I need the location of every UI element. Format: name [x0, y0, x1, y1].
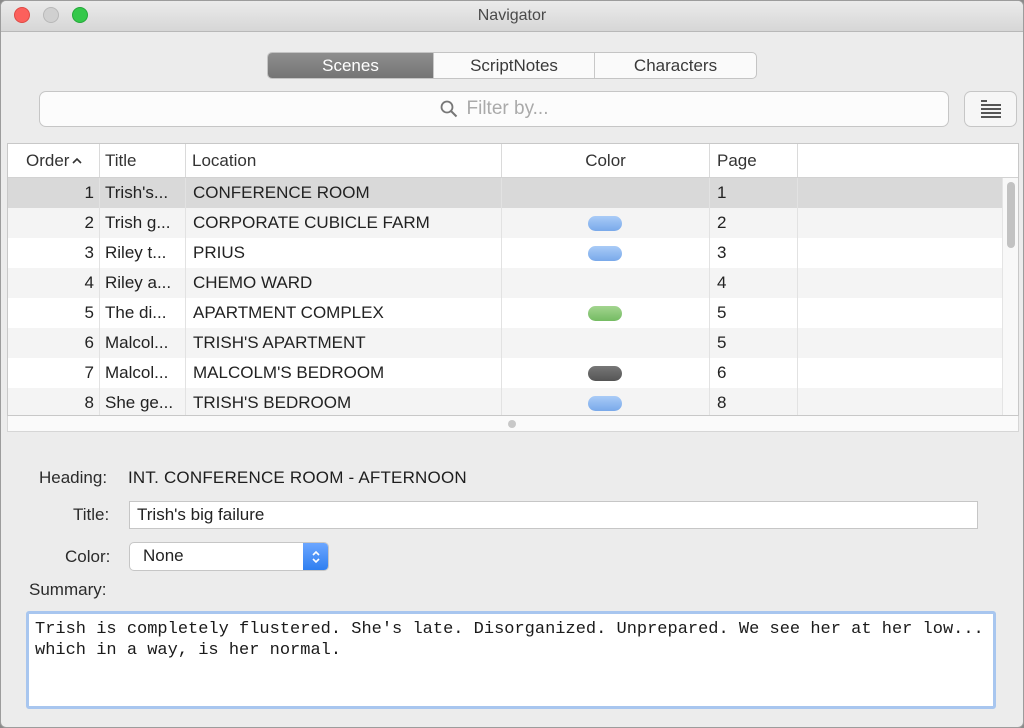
cell-empty — [798, 388, 1002, 415]
cell-color — [502, 178, 710, 208]
navigator-window: Navigator Scenes ScriptNotes Characters … — [0, 0, 1024, 728]
cell-page: 4 — [710, 268, 798, 298]
table-row[interactable]: 7 Malcol... MALCOLM'S BEDROOM 6 — [8, 358, 1002, 388]
cell-page: 3 — [710, 238, 798, 268]
cell-location: TRISH'S BEDROOM — [186, 388, 502, 415]
split-view-divider[interactable] — [7, 416, 1019, 432]
list-icon — [980, 100, 1001, 118]
cell-title: Trish's... — [100, 178, 186, 208]
summary-textarea[interactable]: Trish is completely flustered. She's lat… — [26, 611, 996, 709]
cell-title: Riley t... — [100, 238, 186, 268]
cell-empty — [798, 328, 1002, 358]
title-bar[interactable]: Navigator — [1, 1, 1023, 32]
cell-title: Malcol... — [100, 328, 186, 358]
table-row[interactable]: 8 She ge... TRISH'S BEDROOM 8 — [8, 388, 1002, 415]
cell-location: CONFERENCE ROOM — [186, 178, 502, 208]
cell-empty — [798, 358, 1002, 388]
cell-order: 8 — [8, 388, 100, 415]
table-row[interactable]: 4 Riley a... CHEMO WARD 4 — [8, 268, 1002, 298]
table-header: Order Title Location Color Page — [8, 144, 1018, 178]
cell-color — [502, 388, 710, 415]
cell-color — [502, 358, 710, 388]
cell-order: 7 — [8, 358, 100, 388]
scenes-table: Order Title Location Color Page 1 Trish'… — [7, 143, 1019, 416]
cell-location: CHEMO WARD — [186, 268, 502, 298]
table-row[interactable]: 2 Trish g... CORPORATE CUBICLE FARM 2 — [8, 208, 1002, 238]
table-row[interactable]: 6 Malcol... TRISH'S APARTMENT 5 — [8, 328, 1002, 358]
updown-chevron-icon — [303, 543, 328, 570]
cell-empty — [798, 178, 1002, 208]
column-header-location[interactable]: Location — [186, 144, 502, 177]
cell-empty — [798, 268, 1002, 298]
vertical-scrollbar[interactable] — [1002, 178, 1018, 415]
cell-page: 8 — [710, 388, 798, 415]
cell-title: She ge... — [100, 388, 186, 415]
tab-scriptnotes[interactable]: ScriptNotes — [434, 53, 595, 78]
column-header-color[interactable]: Color — [502, 144, 710, 177]
heading-value: INT. CONFERENCE ROOM - AFTERNOON — [128, 468, 467, 487]
sort-ascending-icon — [72, 157, 83, 164]
cell-location: CORPORATE CUBICLE FARM — [186, 208, 502, 238]
cell-order: 1 — [8, 178, 100, 208]
outline-button[interactable] — [964, 91, 1017, 127]
cell-color — [502, 328, 710, 358]
cell-page: 5 — [710, 328, 798, 358]
tab-scenes[interactable]: Scenes — [268, 53, 434, 78]
cell-title: The di... — [100, 298, 186, 328]
cell-location: PRIUS — [186, 238, 502, 268]
vertical-scroll-thumb[interactable] — [1007, 182, 1015, 248]
cell-color — [502, 268, 710, 298]
cell-empty — [798, 208, 1002, 238]
table-row[interactable]: 5 The di... APARTMENT COMPLEX 5 — [8, 298, 1002, 328]
color-select-value: None — [143, 546, 184, 565]
cell-color — [502, 238, 710, 268]
cell-order: 4 — [8, 268, 100, 298]
color-select[interactable]: None — [129, 542, 329, 571]
divider-handle[interactable] — [508, 420, 516, 428]
cell-color — [502, 208, 710, 238]
cell-page: 2 — [710, 208, 798, 238]
summary-label: Summary: — [29, 580, 107, 599]
cell-title: Trish g... — [100, 208, 186, 238]
heading-label: Heading: — [39, 468, 108, 487]
cell-color — [502, 298, 710, 328]
color-swatch-blue — [588, 246, 622, 261]
cell-location: TRISH'S APARTMENT — [186, 328, 502, 358]
color-swatch-green — [588, 306, 622, 321]
cell-page: 5 — [710, 298, 798, 328]
column-header-title[interactable]: Title — [100, 144, 186, 177]
cell-title: Riley a... — [100, 268, 186, 298]
view-tabs: Scenes ScriptNotes Characters — [267, 52, 757, 79]
table-row[interactable]: 3 Riley t... PRIUS 3 — [8, 238, 1002, 268]
color-label: Color: — [65, 547, 111, 566]
filter-input[interactable]: Filter by... — [39, 91, 949, 127]
cell-page: 6 — [710, 358, 798, 388]
color-swatch-gray — [588, 366, 622, 381]
color-swatch-blue — [588, 216, 622, 231]
tab-characters[interactable]: Characters — [595, 53, 756, 78]
cell-order: 6 — [8, 328, 100, 358]
table-row[interactable]: 1 Trish's... CONFERENCE ROOM 1 — [8, 178, 1002, 208]
cell-page: 1 — [710, 178, 798, 208]
cell-order: 3 — [8, 238, 100, 268]
cell-title: Malcol... — [100, 358, 186, 388]
column-header-order[interactable]: Order — [8, 144, 100, 177]
cell-order: 2 — [8, 208, 100, 238]
window-title: Navigator — [477, 7, 547, 24]
search-icon — [440, 100, 457, 118]
cell-empty — [798, 238, 1002, 268]
cell-location: APARTMENT COMPLEX — [186, 298, 502, 328]
cell-empty — [798, 298, 1002, 328]
cell-order: 5 — [8, 298, 100, 328]
column-header-empty — [798, 144, 1018, 177]
cell-location: MALCOLM'S BEDROOM — [186, 358, 502, 388]
table-rows: 1 Trish's... CONFERENCE ROOM 1 2 Trish g… — [8, 178, 1002, 415]
title-label: Title: — [73, 505, 110, 524]
filter-placeholder: Filter by... — [466, 98, 549, 119]
title-field[interactable]: Trish's big failure — [129, 501, 978, 529]
column-header-page[interactable]: Page — [710, 144, 798, 177]
color-swatch-blue — [588, 396, 622, 411]
